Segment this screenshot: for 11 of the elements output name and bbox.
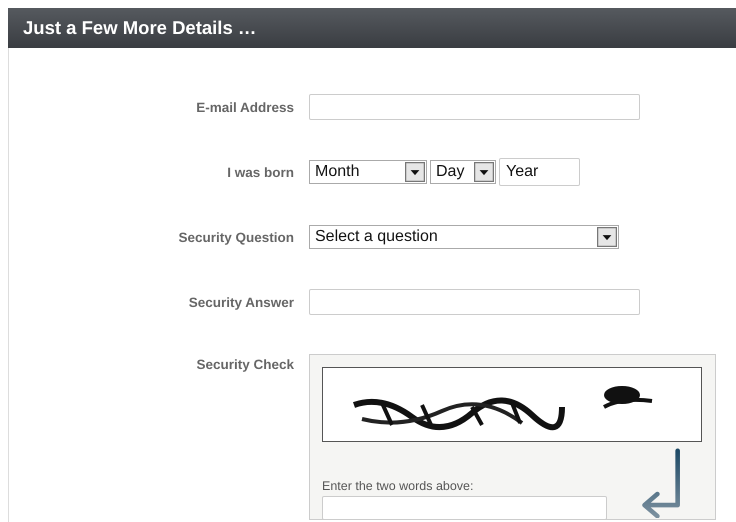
field-label: E-mail Address bbox=[195, 100, 295, 114]
page-title: Just a Few More Details … bbox=[23, 17, 256, 39]
dropdown[interactable]: Select a question bbox=[309, 225, 619, 249]
dropdown[interactable]: Day bbox=[430, 160, 496, 184]
dropdown[interactable]: Month bbox=[309, 160, 427, 184]
input-field[interactable]: Year bbox=[499, 158, 580, 186]
instruction-text: Enter the two words above: bbox=[322, 479, 474, 493]
field-label: Security Question bbox=[177, 230, 295, 244]
field-label: Security Check bbox=[195, 356, 295, 372]
field-label: Security Answer bbox=[188, 294, 295, 310]
field-label: I was born bbox=[226, 164, 295, 180]
